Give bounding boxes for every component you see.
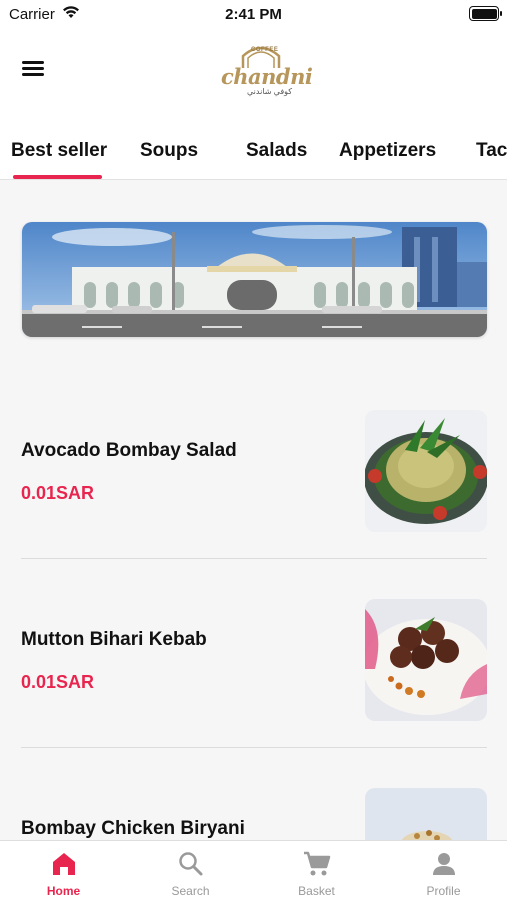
category-tabs: Best seller Soups Salads Appetizers Tac <box>0 120 507 180</box>
cart-icon <box>303 851 330 876</box>
home-icon <box>52 853 75 875</box>
nav-profile-label: Profile <box>426 884 461 898</box>
tab-salads[interactable]: Salads <box>246 140 307 162</box>
item-image-salad <box>365 410 487 532</box>
item-divider <box>21 747 487 748</box>
menu-item[interactable]: Mutton Bihari Kebab 0.01SAR <box>21 599 488 739</box>
menu-line <box>22 67 44 70</box>
search-icon <box>178 852 202 876</box>
nav-profile[interactable]: Profile <box>380 841 507 900</box>
item-price: 0.01SAR <box>21 483 95 503</box>
hamburger-menu-button[interactable] <box>22 58 48 80</box>
active-tab-indicator <box>13 175 102 179</box>
item-price: 0.01SAR <box>21 672 95 692</box>
item-name: Mutton Bihari Kebab <box>21 629 207 650</box>
profile-icon <box>432 853 455 875</box>
menu-line <box>22 61 44 64</box>
clock: 2:41 PM <box>225 6 282 23</box>
restaurant-building-image <box>22 222 487 337</box>
nav-basket[interactable]: Basket <box>253 841 380 900</box>
bottom-navigation: Home Search Basket Profile <box>0 840 507 900</box>
status-bar: Carrier 2:41 PM <box>0 0 507 30</box>
app-header: COFFEE chandni كوفي شاندني <box>0 30 507 120</box>
tab-soups[interactable]: Soups <box>140 140 198 162</box>
tab-best-seller[interactable]: Best seller <box>11 140 107 162</box>
nav-home-label: Home <box>46 884 81 898</box>
promo-banner[interactable] <box>22 222 487 337</box>
battery-icon <box>469 6 502 21</box>
item-name: Bombay Chicken Biryani <box>21 818 245 839</box>
nav-search-label: Search <box>171 884 210 898</box>
chandni-logo: COFFEE chandni كوفي شاندني <box>215 42 313 98</box>
nav-home[interactable]: Home <box>0 841 127 900</box>
tab-appetizers[interactable]: Appetizers <box>339 140 436 162</box>
menu-item[interactable]: Avocado Bombay Salad 0.01SAR <box>21 410 488 550</box>
tab-tacos[interactable]: Tac <box>476 140 507 162</box>
logo-tagline: COFFEE <box>251 47 279 53</box>
nav-search[interactable]: Search <box>127 841 254 900</box>
nav-basket-label: Basket <box>298 884 335 898</box>
menu-line <box>22 73 44 76</box>
item-name: Avocado Bombay Salad <box>21 440 237 461</box>
item-image-kebab <box>365 599 487 721</box>
item-divider <box>21 558 487 559</box>
logo-wordmark: chandni <box>221 64 313 89</box>
logo-arabic-text: كوفي شاندني <box>247 87 293 96</box>
